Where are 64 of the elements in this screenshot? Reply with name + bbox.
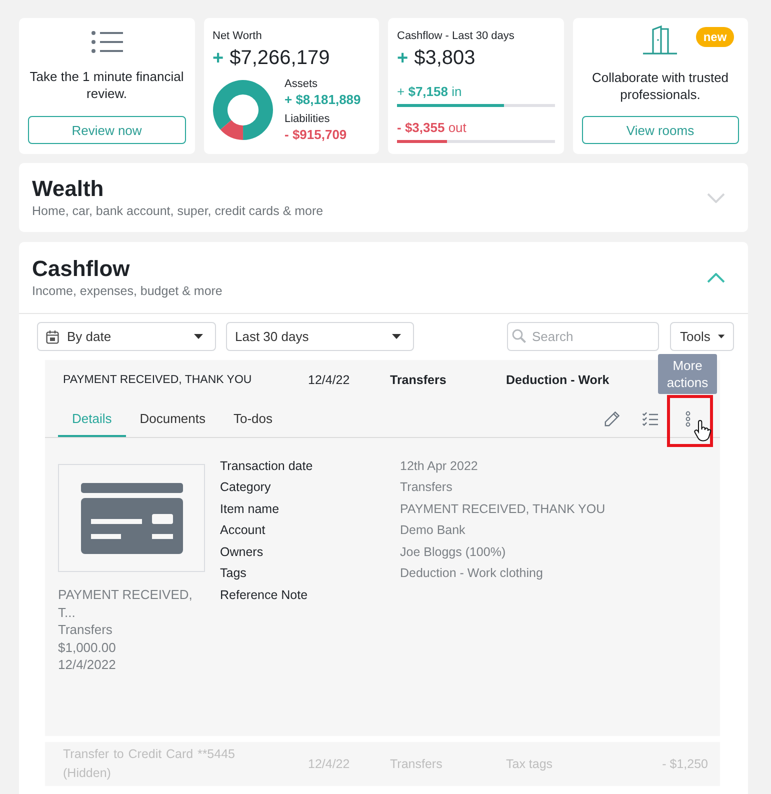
- detail-value: Demo Bank: [400, 523, 466, 538]
- detail-label: Owners: [220, 544, 264, 559]
- detail-label: Category: [220, 480, 272, 494]
- cashflow-amount: $3,803: [414, 46, 476, 71]
- detail-label: Transaction date: [220, 458, 314, 473]
- caption-text: 12/4/2022: [58, 656, 117, 674]
- section-subtitle: Home, car, bank account, super, credit cards & more: [32, 203, 324, 219]
- search-field[interactable]: Search: [507, 322, 659, 351]
- more-actions-button[interactable]: [667, 394, 713, 446]
- detail-value: PAYMENT RECEIVED, THANK YOU: [400, 502, 606, 516]
- transaction-date: 12/4/22: [308, 757, 350, 771]
- net-worth-amount: $7,266,179: [230, 46, 330, 71]
- transaction-name: PAYMENT RECEIVED, THANK YOU: [63, 374, 252, 386]
- review-prompt: Take the 1 minute financial review.: [28, 68, 185, 102]
- detail-label: Item name: [220, 502, 280, 516]
- detail-label: Reference Note: [220, 588, 309, 602]
- transaction-date: 12/4/22: [308, 373, 350, 387]
- card-title: Net Worth: [212, 29, 263, 43]
- flow-amount: - $3,355 out: [397, 119, 468, 136]
- breakdown-label: Assets: [284, 77, 319, 91]
- breakdown-value: + $8,181,889: [284, 91, 361, 108]
- new-badge: new: [696, 27, 734, 47]
- more-options-icon: [685, 410, 691, 426]
- card-title: Cashflow - Last 30 days: [397, 29, 516, 43]
- card-icon: [80, 482, 182, 554]
- chevron-up-icon[interactable]: [707, 272, 725, 282]
- section-title: Wealth: [32, 176, 105, 202]
- section-title: Cashflow: [32, 256, 131, 282]
- detail-label: Tags: [220, 566, 248, 580]
- detail-value: Joe Bloggs (100%): [400, 544, 507, 559]
- detail-label: Account: [220, 523, 266, 538]
- breakdown-value: - $915,709: [284, 126, 348, 143]
- pencil-icon: [604, 410, 620, 426]
- tab[interactable]: To-dos: [220, 400, 287, 437]
- transaction-category: Transfers: [390, 373, 446, 387]
- tooltip: More actions: [658, 354, 717, 394]
- sort-dropdown[interactable]: By date: [37, 322, 216, 351]
- caret-icon: [718, 334, 725, 339]
- amount-sign: +: [212, 47, 224, 71]
- search-icon: [512, 329, 526, 343]
- tools-dropdown[interactable]: Tools: [670, 322, 734, 351]
- flow-amount: + $7,158 in: [397, 83, 463, 100]
- section-subtitle: Income, expenses, budget & more: [32, 283, 224, 299]
- tab[interactable]: Documents: [126, 400, 220, 437]
- caret-icon: [392, 334, 401, 339]
- rooms-prompt: Collaborate with trusted professionals.: [590, 69, 730, 103]
- detail-value: Transfers: [400, 480, 454, 494]
- transaction-tags: Tax tags: [506, 757, 553, 771]
- caret-icon: [194, 334, 203, 339]
- period-dropdown[interactable]: Last 30 days: [226, 322, 414, 351]
- calendar-icon: [46, 330, 59, 344]
- transaction-tags: Deduction - Work: [506, 373, 610, 387]
- detail-value: 12th Apr 2022: [400, 458, 479, 473]
- checklist-icon: [642, 412, 658, 426]
- caption-text: Transfers: [58, 621, 114, 638]
- breakdown-label: Liabilities: [284, 112, 331, 126]
- transaction-amount: - $1,250: [662, 757, 708, 771]
- transaction-name: Transfer to Credit Card **5445 (Hidden): [63, 746, 235, 782]
- caption-text: PAYMENT RECEIVED, T...: [58, 586, 194, 621]
- caption-text: $1,000.00: [58, 638, 117, 656]
- detail-value: Deduction - Work clothing: [400, 566, 544, 580]
- list-icon: [90, 30, 123, 54]
- amount-sign: +: [397, 47, 408, 71]
- transaction-category: Transfers: [390, 757, 442, 771]
